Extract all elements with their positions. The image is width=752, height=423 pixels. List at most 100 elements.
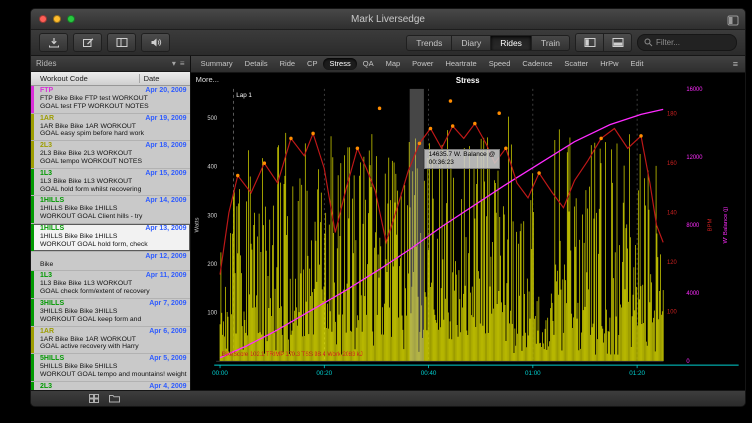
close-button[interactable] (39, 15, 47, 23)
ride-code: 5HILLS (40, 355, 64, 363)
sidebar-header[interactable]: Rides ▾ ≡ (31, 56, 190, 72)
ride-description: 1L3 Bike Bike 1L3 WORKOUT (40, 280, 187, 288)
view-tab-train[interactable]: Train (532, 35, 570, 51)
ride-item[interactable]: 1ARApr 19, 20091AR Bike Bike 1AR WORKOUT… (31, 114, 190, 142)
search-icon (644, 38, 653, 47)
list-column-headers[interactable]: Workout Code Date (31, 72, 190, 86)
speaker-icon (150, 37, 162, 48)
ride-color-bar (31, 224, 34, 251)
main-panel: SummaryDetailsRideCPStressQAMapPowerHear… (191, 56, 745, 390)
svg-text:0: 0 (686, 359, 690, 365)
ride-item[interactable]: 1ARApr 6, 20091AR Bike Bike 1AR WORKOUTG… (31, 327, 190, 355)
toolbar-toggle-icon[interactable] (727, 13, 739, 31)
chart-tab-cadence[interactable]: Cadence (516, 58, 558, 70)
tooltip-line2: 00:36:23 (429, 159, 496, 167)
ride-description: 1AR Bike Bike 1AR WORKOUT (40, 336, 187, 344)
ride-description: GOAL active recovery with Harry (40, 343, 187, 351)
ride-description: 5HILLS Bike Bike 5HILLS (40, 363, 187, 371)
minimize-button[interactable] (53, 15, 61, 23)
svg-text:500: 500 (207, 116, 217, 122)
ride-item[interactable]: 2L3Apr 18, 20092L3 Bike Bike 2L3 WORKOUT… (31, 141, 190, 169)
svg-text:140: 140 (667, 211, 677, 217)
titlebar[interactable]: Mark Liversedge (31, 9, 745, 30)
tabbar-menu-icon[interactable]: ≡ (730, 59, 741, 69)
column-date[interactable]: Date (139, 74, 190, 83)
ride-color-bar (31, 141, 34, 168)
ride-date: Apr 12, 2009 (145, 253, 186, 261)
chart-tab-scatter[interactable]: Scatter (558, 58, 594, 70)
ride-date: Apr 14, 2009 (145, 197, 186, 205)
ride-description: GOAL hold form whilst recovering (40, 186, 187, 194)
tile-view-button[interactable] (575, 33, 604, 52)
ride-item[interactable]: 2L3Apr 4, 20092L3 Bike Bike 2L3 WORKOUTG… (31, 382, 190, 390)
chart-tab-map[interactable]: Map (380, 58, 407, 70)
sidebar-menu-icon[interactable]: ≡ (180, 59, 185, 68)
ride-item[interactable]: 1L3Apr 11, 20091L3 Bike Bike 1L3 WORKOUT… (31, 271, 190, 299)
stress-chart[interactable]: 00:0000:2000:4001:0001:20100200300400500… (191, 73, 745, 390)
ride-description: WORKOUT GOAL hold form, check (40, 241, 187, 249)
ride-item[interactable]: 5HILLS Apr 5, 20095HILLS Bike Bike 5HILLS… (31, 354, 190, 382)
folder-icon[interactable] (109, 394, 120, 403)
svg-text:100: 100 (667, 310, 677, 316)
svg-text:300: 300 (207, 213, 217, 219)
chart-tab-cp[interactable]: CP (301, 58, 323, 70)
svg-text:200: 200 (207, 262, 217, 268)
ride-date: Apr 6, 2009 (149, 328, 186, 336)
ride-description: 3HILLS Bike Bike 3HILLS (40, 308, 187, 316)
grid-icon[interactable] (89, 394, 99, 403)
content-area: Rides ▾ ≡ Workout Code Date FTPApr 20, 2… (31, 56, 745, 390)
ride-code: 1L3 (40, 272, 52, 280)
ride-code: 2L3 (40, 383, 52, 390)
ride-date: Apr 5, 2009 (149, 355, 186, 363)
ride-description: 2L3 Bike Bike 2L3 WORKOUT (40, 150, 187, 158)
chart-tab-stress[interactable]: Stress (323, 58, 356, 70)
ride-color-bar (31, 299, 34, 326)
compose-icon (82, 37, 94, 48)
ride-color-bar (31, 327, 34, 354)
zoom-button[interactable] (67, 15, 75, 23)
chart-tab-power[interactable]: Power (406, 58, 439, 70)
ride-color-bar (31, 252, 34, 271)
ride-item[interactable]: FTPApr 20, 2009FTP Bike Bike FTP test WO… (31, 86, 190, 114)
ride-date: Apr 19, 2009 (145, 115, 186, 123)
view-tab-trends[interactable]: Trends (406, 35, 452, 51)
speaker-button[interactable] (141, 33, 170, 52)
tile-view-icon (584, 37, 596, 48)
filter-field[interactable]: Filter... (637, 34, 737, 51)
ride-item[interactable]: 1L3Apr 15, 20091L3 Bike Bike 1L3 WORKOUT… (31, 169, 190, 197)
download-button[interactable] (39, 33, 68, 52)
filter-placeholder: Filter... (656, 38, 680, 47)
chart-tab-edit[interactable]: Edit (625, 58, 650, 70)
svg-text:01:20: 01:20 (629, 370, 645, 377)
ride-date: Apr 18, 2009 (145, 142, 186, 150)
compose-button[interactable] (73, 33, 102, 52)
svg-text:W' Balance (j): W' Balance (j) (723, 207, 729, 244)
ride-item[interactable]: 3HILLSApr 7, 20093HILLS Bike Bike 3HILLS… (31, 299, 190, 327)
svg-text:8000: 8000 (686, 223, 700, 229)
ride-description: FTP Bike Bike FTP test WORKOUT (40, 95, 187, 103)
desktop: Mark Liversedge TrendsDiaryRidesTrain (0, 0, 752, 423)
column-workout-code[interactable]: Workout Code (31, 74, 139, 83)
split-view-button[interactable] (107, 33, 136, 52)
svg-text:16000: 16000 (686, 87, 703, 93)
ride-item[interactable]: 1HILLSApr 13, 20091HILLS Bike Bike 1HILL… (31, 224, 190, 252)
sidebar-title: Rides (36, 59, 56, 68)
chart-tab-summary[interactable]: Summary (195, 58, 239, 70)
chart-tab-heartrate[interactable]: Heartrate (439, 58, 482, 70)
chart-tab-speed[interactable]: Speed (483, 58, 517, 70)
svg-text:4000: 4000 (686, 291, 700, 297)
view-tab-diary[interactable]: Diary (452, 35, 491, 51)
chart-tab-ride[interactable]: Ride (274, 58, 301, 70)
stress-chart-area: 00:0000:2000:4001:0001:20100200300400500… (191, 73, 745, 390)
ride-item[interactable]: 1HILLSApr 14, 20091HILLS Bike Bike 1HILL… (31, 196, 190, 224)
ride-item[interactable]: Apr 12, 2009Bike (31, 252, 190, 272)
stack-view-button[interactable] (604, 33, 632, 52)
chart-tab-details[interactable]: Details (239, 58, 274, 70)
rides-sidebar: Rides ▾ ≡ Workout Code Date FTPApr 20, 2… (31, 56, 191, 390)
chart-tab-qa[interactable]: QA (357, 58, 380, 70)
chart-more-button[interactable]: More... (196, 75, 219, 84)
chart-tab-hrpw[interactable]: HrPw (594, 58, 624, 70)
view-tab-rides[interactable]: Rides (491, 35, 532, 51)
sidebar-view-icon[interactable]: ▾ (172, 59, 176, 68)
stack-view-icon (612, 37, 624, 48)
